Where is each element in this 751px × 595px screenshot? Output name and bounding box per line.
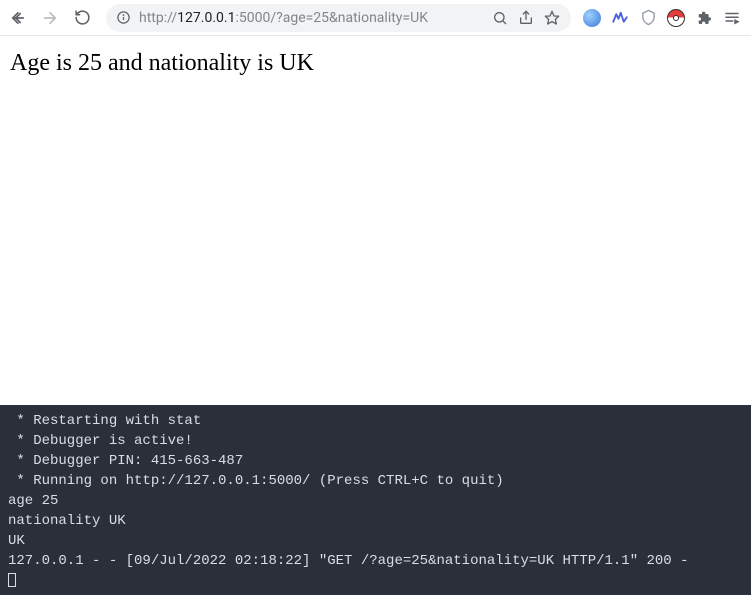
extension-icon-4[interactable]	[667, 9, 685, 27]
terminal-line: UK	[8, 533, 25, 549]
terminal-cursor	[8, 573, 16, 587]
back-button[interactable]	[6, 6, 30, 30]
url-text[interactable]: http://127.0.0.1:5000/?age=25&nationalit…	[139, 10, 483, 26]
page-content: Age is 25 and nationality is UK	[0, 36, 751, 405]
address-bar[interactable]: http://127.0.0.1:5000/?age=25&nationalit…	[106, 4, 571, 32]
extension-icon-1[interactable]	[583, 9, 601, 27]
terminal-line: age 25	[8, 493, 58, 509]
zoom-icon[interactable]	[491, 9, 509, 27]
terminal-line: * Debugger is active!	[8, 433, 193, 449]
terminal-line: 127.0.0.1 - - [09/Jul/2022 02:18:22] "GE…	[8, 553, 689, 569]
playlist-icon[interactable]	[723, 9, 741, 27]
terminal-line: * Running on http://127.0.0.1:5000/ (Pre…	[8, 473, 504, 489]
terminal-line: * Restarting with stat	[8, 413, 201, 429]
browser-toolbar: http://127.0.0.1:5000/?age=25&nationalit…	[0, 0, 751, 36]
bookmark-star-icon[interactable]	[543, 9, 561, 27]
terminal-panel[interactable]: * Restarting with stat * Debugger is act…	[0, 405, 751, 595]
share-icon[interactable]	[517, 9, 535, 27]
extension-icon-3[interactable]	[639, 9, 657, 27]
terminal-line: nationality UK	[8, 513, 126, 529]
extensions-puzzle-icon[interactable]	[695, 9, 713, 27]
toolbar-extensions	[583, 9, 745, 27]
reload-button[interactable]	[70, 6, 94, 30]
terminal-line: * Debugger PIN: 415-663-487	[8, 453, 243, 469]
info-icon[interactable]	[116, 10, 131, 25]
forward-button[interactable]	[38, 6, 62, 30]
extension-icon-2[interactable]	[611, 9, 629, 27]
page-heading: Age is 25 and nationality is UK	[10, 50, 741, 77]
